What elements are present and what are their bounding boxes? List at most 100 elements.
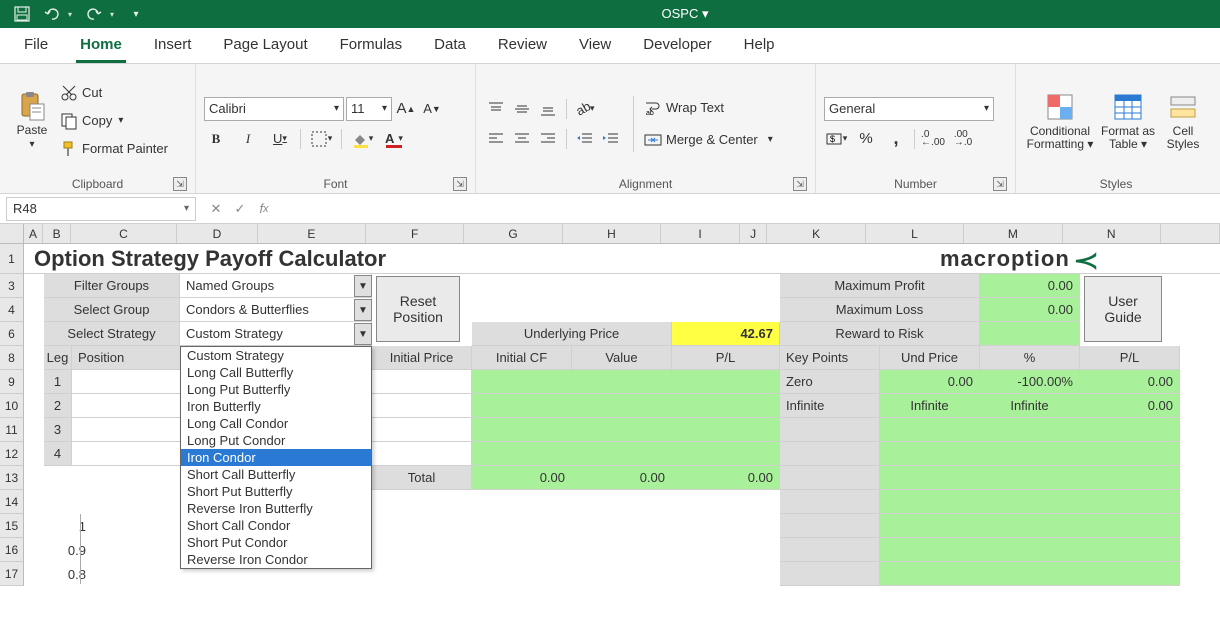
initial-price-cell[interactable] (372, 418, 472, 442)
col-header[interactable]: C (71, 224, 177, 243)
conditional-formatting-button[interactable]: Conditional Formatting ▾ (1024, 68, 1096, 173)
dropdown-arrow-icon[interactable]: ▼ (354, 275, 372, 297)
filter-groups-value[interactable]: Named Groups (180, 274, 372, 298)
row-header[interactable]: 4 (0, 298, 24, 322)
font-size-combo[interactable]: 11▾ (346, 97, 392, 121)
align-center-icon[interactable] (510, 127, 534, 151)
col-header[interactable]: M (964, 224, 1062, 243)
select-all-corner[interactable] (0, 224, 24, 243)
align-top-icon[interactable] (484, 97, 508, 121)
copy-button[interactable]: Copy ▾ (60, 108, 168, 134)
comma-icon[interactable]: , (884, 127, 908, 151)
tab-developer[interactable]: Developer (639, 30, 715, 63)
col-header[interactable]: A (24, 224, 44, 243)
decrease-font-icon[interactable]: A▼ (420, 97, 444, 121)
enter-formula-icon[interactable]: ✓ (228, 197, 252, 221)
dropdown-item[interactable]: Iron Condor (181, 449, 371, 466)
tab-file[interactable]: File (20, 30, 52, 63)
dropdown-item[interactable]: Long Put Condor (181, 432, 371, 449)
tab-help[interactable]: Help (740, 30, 779, 63)
row-header[interactable]: 8 (0, 346, 24, 370)
tab-view[interactable]: View (575, 30, 615, 63)
fx-icon[interactable]: fx (252, 197, 276, 221)
dropdown-item[interactable]: Custom Strategy (181, 347, 371, 364)
undo-more-icon[interactable]: ▾ (68, 10, 78, 19)
orientation-icon[interactable]: ab▾ (573, 97, 597, 121)
tab-formulas[interactable]: Formulas (336, 30, 407, 63)
formula-input[interactable] (276, 197, 1220, 221)
cut-button[interactable]: Cut (60, 80, 168, 106)
percent-icon[interactable]: % (854, 127, 878, 151)
decrease-decimal-icon[interactable]: .00→.0 (951, 127, 975, 151)
row-header[interactable]: 3 (0, 274, 24, 298)
col-header[interactable]: K (767, 224, 865, 243)
redo-icon[interactable] (80, 2, 108, 26)
row-header[interactable]: 1 (0, 244, 24, 274)
col-header[interactable]: B (43, 224, 71, 243)
bold-button[interactable]: B (204, 127, 228, 151)
cancel-formula-icon[interactable]: ✕ (204, 197, 228, 221)
tab-review[interactable]: Review (494, 30, 551, 63)
alignment-launcher-icon[interactable]: ⇲ (793, 177, 807, 191)
font-name-combo[interactable]: Calibri▾ (204, 97, 344, 121)
col-header[interactable]: J (740, 224, 768, 243)
row-header[interactable]: 16 (0, 538, 24, 562)
col-header[interactable]: I (661, 224, 740, 243)
dropdown-item[interactable]: Short Put Condor (181, 534, 371, 551)
row-header[interactable]: 12 (0, 442, 24, 466)
row-header[interactable]: 9 (0, 370, 24, 394)
dropdown-item[interactable]: Long Put Butterfly (181, 381, 371, 398)
increase-decimal-icon[interactable]: .0←.00 (921, 127, 945, 151)
paste-button[interactable]: Paste▾ (8, 68, 56, 173)
dropdown-arrow-icon[interactable]: ▼ (354, 323, 372, 345)
number-launcher-icon[interactable]: ⇲ (993, 177, 1007, 191)
increase-font-icon[interactable]: A▲ (394, 97, 418, 121)
dropdown-item[interactable]: Short Call Condor (181, 517, 371, 534)
dropdown-item[interactable]: Iron Butterfly (181, 398, 371, 415)
tab-home[interactable]: Home (76, 30, 126, 63)
accounting-icon[interactable]: $▾ (824, 127, 848, 151)
col-header[interactable]: G (464, 224, 562, 243)
dropdown-item[interactable]: Long Call Butterfly (181, 364, 371, 381)
merge-center-button[interactable]: Merge & Center ▾ (644, 127, 773, 153)
col-header[interactable]: D (177, 224, 258, 243)
cell-styles-button[interactable]: Cell Styles (1160, 68, 1206, 173)
initial-price-cell[interactable] (372, 370, 472, 394)
row-header[interactable]: 13 (0, 466, 24, 490)
initial-price-cell[interactable] (372, 442, 472, 466)
font-color-icon[interactable]: A▾ (382, 127, 406, 151)
strategy-dropdown-list[interactable]: Custom StrategyLong Call ButterflyLong P… (180, 346, 372, 569)
dropdown-item[interactable]: Reverse Iron Condor (181, 551, 371, 568)
clipboard-launcher-icon[interactable]: ⇲ (173, 177, 187, 191)
fill-color-icon[interactable]: ▾ (350, 127, 374, 151)
underlying-value[interactable]: 42.67 (672, 322, 780, 346)
initial-price-cell[interactable] (372, 394, 472, 418)
name-box[interactable]: R48▾ (6, 197, 196, 221)
save-icon[interactable] (8, 2, 36, 26)
italic-button[interactable]: I (236, 127, 260, 151)
dropdown-item[interactable]: Short Put Butterfly (181, 483, 371, 500)
tab-insert[interactable]: Insert (150, 30, 196, 63)
format-painter-button[interactable]: Format Painter (60, 136, 168, 162)
reset-position-button[interactable]: ResetPosition (376, 276, 460, 342)
align-left-icon[interactable] (484, 127, 508, 151)
dropdown-item[interactable]: Short Call Butterfly (181, 466, 371, 483)
number-format-combo[interactable]: General▾ (824, 97, 994, 121)
col-header[interactable]: L (866, 224, 964, 243)
tab-page-layout[interactable]: Page Layout (219, 30, 311, 63)
increase-indent-icon[interactable] (599, 127, 623, 151)
row-header[interactable]: 6 (0, 322, 24, 346)
dropdown-item[interactable]: Reverse Iron Butterfly (181, 500, 371, 517)
align-right-icon[interactable] (536, 127, 560, 151)
wrap-text-button[interactable]: ab Wrap Text (644, 95, 773, 121)
dropdown-arrow-icon[interactable]: ▼ (354, 299, 372, 321)
format-as-table-button[interactable]: Format as Table ▾ (1098, 68, 1158, 173)
dropdown-item[interactable]: Long Call Condor (181, 415, 371, 432)
row-header[interactable]: 11 (0, 418, 24, 442)
row-header[interactable]: 10 (0, 394, 24, 418)
redo-more-icon[interactable]: ▾ (110, 10, 120, 19)
select-strategy-value[interactable]: Custom Strategy (180, 322, 372, 346)
user-guide-button[interactable]: UserGuide (1084, 276, 1162, 342)
col-header[interactable]: H (563, 224, 661, 243)
row-header[interactable]: 14 (0, 490, 24, 514)
